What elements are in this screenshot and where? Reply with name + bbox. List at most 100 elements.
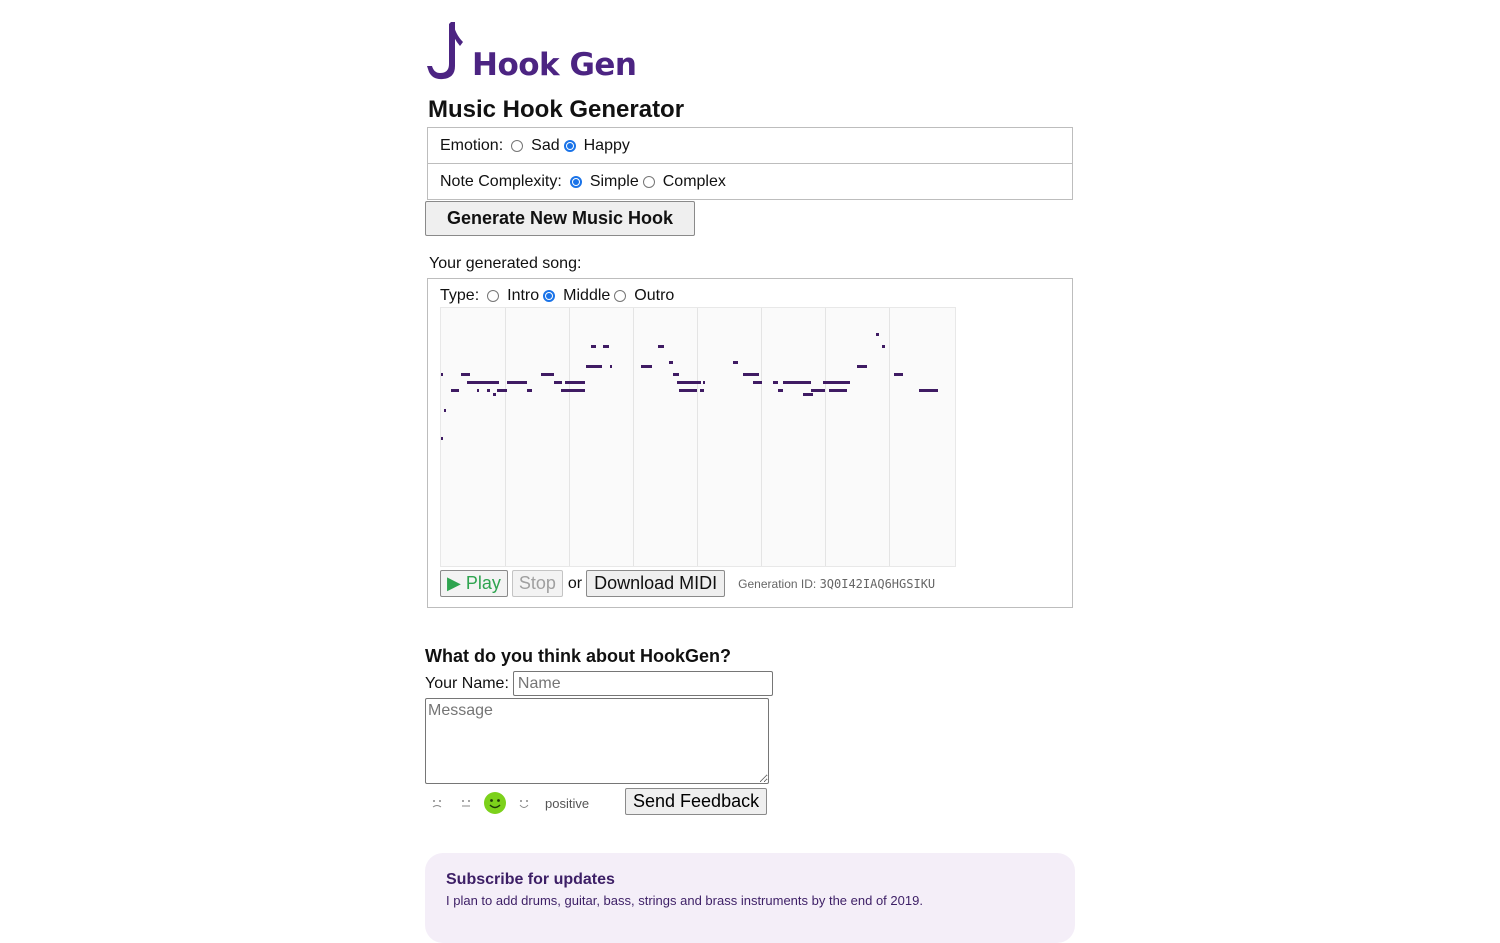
note: [487, 389, 490, 392]
name-row: Your Name:: [425, 671, 773, 696]
logo[interactable]: Hook Gen: [425, 20, 685, 82]
sentiment-value: positive: [545, 795, 590, 811]
piano-roll-notes: [441, 333, 938, 440]
note: [857, 365, 867, 368]
note: [610, 365, 612, 368]
type-row: Type: Intro Middle Outro: [440, 287, 678, 305]
generate-hook-button[interactable]: Generate New Music Hook: [425, 201, 695, 236]
send-feedback-button[interactable]: Send Feedback: [625, 788, 768, 815]
note: [561, 389, 585, 392]
note: [823, 381, 850, 384]
note: [497, 389, 507, 392]
radio-indicator[interactable]: [642, 175, 655, 188]
radio-indicator[interactable]: [543, 290, 556, 302]
playback-controls: ▶ Play Stop or Download MIDI Generation …: [440, 570, 935, 597]
note: [441, 437, 443, 440]
note: [591, 345, 596, 348]
note: [441, 373, 443, 376]
emotion-sad-label: Sad: [531, 136, 560, 154]
song-panel: Type: Intro Middle Outro ▶ Play Stop or …: [427, 278, 1073, 608]
subscribe-text: I plan to add drums, guitar, bass, strin…: [446, 893, 923, 908]
note: [677, 381, 701, 384]
note: [588, 365, 602, 368]
radio-indicator[interactable]: [614, 290, 627, 302]
radio-indicator[interactable]: [511, 139, 524, 152]
generation-id-value: 3Q0I42IAQ6HGSIKU: [819, 576, 936, 591]
logo-text: Hook Gen: [472, 47, 637, 83]
type-middle-radio[interactable]: Middle: [543, 287, 610, 305]
note: [451, 389, 459, 392]
music-note-hook-icon: [427, 22, 463, 80]
piano-roll-bar-lines: [505, 308, 890, 566]
note: [527, 389, 532, 392]
note: [444, 409, 446, 412]
sentiment-selector: positive: [425, 790, 589, 816]
type-outro-radio[interactable]: Outro: [614, 287, 674, 305]
note: [733, 361, 738, 364]
message-textarea[interactable]: [425, 698, 769, 784]
note: [882, 345, 885, 348]
note: [541, 373, 554, 376]
note: [811, 389, 825, 392]
note: [565, 381, 585, 384]
play-button[interactable]: ▶ Play: [440, 570, 508, 597]
very-negative-face-icon[interactable]: [425, 791, 449, 815]
note: [919, 389, 938, 392]
note: [679, 389, 697, 392]
note: [586, 365, 588, 368]
note: [700, 389, 704, 392]
note: [673, 373, 679, 376]
page-title: Music Hook Generator: [428, 96, 685, 123]
or-label: or: [567, 574, 583, 592]
note: [778, 389, 783, 392]
emotion-row: Emotion: Sad Happy: [428, 128, 1072, 163]
note: [783, 381, 811, 384]
note: [658, 345, 664, 348]
very-positive-face-icon[interactable]: [512, 791, 536, 815]
note: [773, 381, 778, 384]
emotion-label: Emotion:: [440, 136, 504, 154]
emotion-happy-radio[interactable]: Happy: [563, 136, 630, 155]
generated-song-label: Your generated song:: [429, 255, 582, 272]
note: [669, 361, 673, 364]
complexity-complex-label: Complex: [662, 172, 726, 190]
subscribe-card: Subscribe for updates I plan to add drum…: [425, 853, 1075, 943]
neutral-face-icon[interactable]: [454, 791, 478, 815]
complexity-row: Note Complexity: Simple Complex: [428, 163, 1072, 199]
note: [829, 389, 845, 392]
note: [603, 345, 609, 348]
type-label: Type:: [440, 287, 480, 304]
radio-indicator[interactable]: [487, 290, 500, 302]
radio-indicator[interactable]: [563, 139, 576, 152]
type-intro-radio[interactable]: Intro: [487, 287, 539, 305]
generation-id: Generation ID: 3Q0I42IAQ6HGSIKU: [738, 577, 935, 591]
emotion-happy-label: Happy: [583, 136, 630, 154]
note: [461, 373, 470, 376]
download-midi-button[interactable]: Download MIDI: [586, 570, 726, 597]
radio-indicator[interactable]: [569, 175, 582, 188]
note: [641, 365, 652, 368]
note: [554, 381, 562, 384]
subscribe-title: Subscribe for updates: [446, 871, 615, 888]
type-middle-label: Middle: [563, 287, 611, 304]
name-input[interactable]: [512, 671, 773, 696]
note: [703, 381, 705, 384]
note: [477, 389, 479, 392]
feedback-title: What do you think about HookGen?: [425, 646, 731, 666]
positive-face-icon[interactable]: [483, 791, 507, 815]
type-intro-label: Intro: [507, 287, 540, 304]
note: [507, 381, 527, 384]
complexity-simple-radio[interactable]: Simple: [569, 173, 639, 191]
note: [753, 381, 762, 384]
type-outro-label: Outro: [634, 287, 675, 304]
complexity-label: Note Complexity:: [440, 172, 562, 190]
note: [467, 381, 499, 384]
piano-roll[interactable]: [440, 307, 956, 567]
complexity-complex-radio[interactable]: Complex: [642, 172, 726, 191]
generation-id-label: Generation ID:: [738, 576, 817, 591]
emotion-sad-radio[interactable]: Sad: [511, 136, 560, 155]
name-label: Your Name:: [425, 674, 509, 692]
stop-button[interactable]: Stop: [511, 570, 563, 597]
note: [894, 373, 903, 376]
note: [743, 373, 759, 376]
